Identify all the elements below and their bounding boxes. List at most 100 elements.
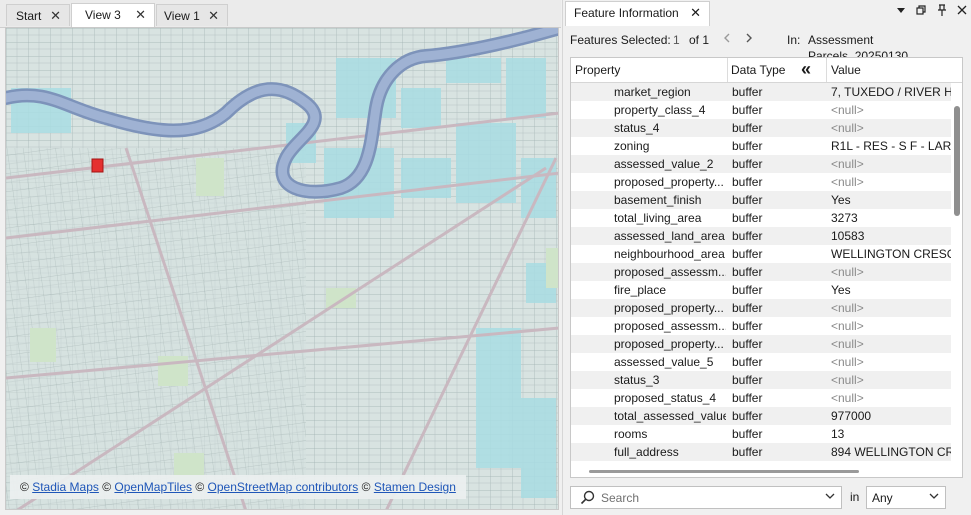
table-row[interactable]: proposed_status_4 buffer <null> — [571, 389, 951, 407]
panel-tab[interactable]: Feature Information ✕ — [565, 1, 710, 26]
table-row[interactable]: neighbourhood_area buffer WELLINGTON CRESC… — [571, 245, 951, 263]
restore-icon[interactable] — [916, 4, 927, 19]
table-row[interactable]: assessed_value_5 buffer <null> — [571, 353, 951, 371]
property-cell: fire_place — [614, 283, 667, 297]
table-row[interactable]: fire_place buffer Yes — [571, 281, 951, 299]
attribution-link-openmaptiles[interactable]: OpenMapTiles — [114, 480, 192, 494]
column-header-property[interactable]: Property — [575, 63, 620, 77]
selection-info-row: Features Selected: 1 of 1 In: Assessment… — [570, 32, 968, 63]
selection-index[interactable]: 1 — [673, 32, 680, 48]
property-cell: proposed_property... — [614, 175, 724, 189]
data-type-cell: buffer — [732, 373, 763, 387]
value-cell: <null> — [831, 355, 864, 369]
table-row[interactable]: rooms buffer 13 — [571, 425, 951, 443]
close-icon[interactable] — [957, 4, 967, 19]
table-row[interactable]: property_class_4 buffer <null> — [571, 101, 951, 119]
property-cell: assessed_land_area — [614, 229, 725, 243]
search-scope-value: Any — [872, 491, 893, 505]
data-type-cell: buffer — [732, 85, 763, 99]
next-feature-icon[interactable] — [745, 32, 753, 48]
data-type-cell: buffer — [732, 337, 763, 351]
value-cell: <null> — [831, 373, 864, 387]
map-canvas[interactable]: © Stadia Maps © OpenMapTiles © OpenStree… — [5, 27, 559, 510]
table-row[interactable]: status_4 buffer <null> — [571, 119, 951, 137]
property-cell: proposed_property... — [614, 301, 724, 315]
value-cell: R1L - RES - S F - LARGE — [831, 139, 951, 153]
table-row[interactable]: proposed_assessm... buffer <null> — [571, 317, 951, 335]
table-row[interactable]: assessed_value_2 buffer <null> — [571, 155, 951, 173]
value-cell: <null> — [831, 337, 864, 351]
tab-label: Start — [16, 9, 42, 23]
property-cell: assessed_value_2 — [614, 157, 714, 171]
column-header-data-type[interactable]: Data Type — [731, 63, 785, 77]
property-cell: proposed_assessm... — [614, 265, 726, 279]
table-row[interactable]: assessed_land_area buffer 10583 — [571, 227, 951, 245]
tab-view-1[interactable]: View 1 ✕ — [156, 4, 228, 26]
table-row[interactable]: market_region buffer 7, TUXEDO / RIVER HEI… — [571, 83, 951, 101]
table-row[interactable]: full_address buffer 894 WELLINGTON CRESCEN… — [571, 443, 951, 461]
chevron-down-icon[interactable] — [825, 490, 835, 505]
search-scope-select[interactable]: Any — [866, 486, 946, 509]
property-cell: market_region — [614, 85, 691, 99]
data-type-cell: buffer — [732, 355, 763, 369]
table-row[interactable]: status_3 buffer <null> — [571, 371, 951, 389]
features-selected-label: Features Selected: — [570, 33, 671, 47]
property-cell: proposed_status_4 — [614, 391, 717, 405]
data-type-cell: buffer — [732, 247, 763, 261]
data-type-cell: buffer — [732, 157, 763, 171]
data-type-cell: buffer — [732, 175, 763, 189]
value-cell: 977000 — [831, 409, 872, 423]
close-icon[interactable]: ✕ — [135, 7, 146, 23]
table-row[interactable]: proposed_assessm... buffer <null> — [571, 263, 951, 281]
close-icon[interactable]: ✕ — [50, 8, 61, 24]
attribute-table: Property Data Type « Value market_region… — [570, 57, 963, 478]
value-cell: WELLINGTON CRESCENT — [831, 247, 951, 261]
tab-label: View 1 — [164, 9, 200, 23]
pin-icon[interactable] — [937, 4, 947, 20]
attribution-link-stadia[interactable]: Stadia Maps — [32, 480, 99, 494]
close-icon[interactable]: ✕ — [208, 8, 219, 24]
vertical-scrollbar[interactable] — [954, 106, 960, 216]
collapse-columns-icon[interactable]: « — [801, 59, 811, 80]
table-row[interactable]: proposed_property... buffer <null> — [571, 335, 951, 353]
value-cell: 3273 — [831, 211, 858, 225]
table-row[interactable]: zoning buffer R1L - RES - S F - LARGE — [571, 137, 951, 155]
value-cell: <null> — [831, 265, 864, 279]
chevron-down-icon[interactable] — [929, 490, 939, 505]
selected-parcel[interactable] — [91, 158, 104, 173]
tab-start[interactable]: Start ✕ — [6, 4, 70, 26]
table-row[interactable]: proposed_property... buffer <null> — [571, 173, 951, 191]
property-cell: property_class_4 — [614, 103, 706, 117]
tab-view-3[interactable]: View 3 ✕ — [71, 3, 155, 27]
previous-feature-icon[interactable] — [723, 32, 731, 48]
map-attribution: © Stadia Maps © OpenMapTiles © OpenStree… — [10, 475, 466, 499]
dropdown-icon[interactable] — [896, 4, 906, 19]
value-cell: 7, TUXEDO / RIVER HEIGHTS — [831, 85, 951, 99]
value-cell: <null> — [831, 391, 864, 405]
property-cell: basement_finish — [614, 193, 702, 207]
table-row[interactable]: total_assessed_value buffer 977000 — [571, 407, 951, 425]
close-icon[interactable]: ✕ — [690, 5, 701, 20]
selection-count: of 1 — [689, 33, 710, 47]
tab-label: View 3 — [85, 8, 121, 22]
table-row[interactable]: proposed_property... buffer <null> — [571, 299, 951, 317]
horizontal-scrollbar[interactable] — [589, 470, 859, 473]
property-cell: proposed_assessm... — [614, 319, 726, 333]
data-type-cell: buffer — [732, 265, 763, 279]
attribution-link-stamen[interactable]: Stamen Design — [374, 480, 456, 494]
property-cell: zoning — [614, 139, 650, 153]
table-row[interactable]: basement_finish buffer Yes — [571, 191, 951, 209]
data-type-cell: buffer — [732, 409, 763, 423]
search-icon — [580, 490, 595, 508]
value-cell: 894 WELLINGTON CRESCENT — [831, 445, 951, 459]
search-input[interactable]: Search — [570, 486, 842, 509]
table-row[interactable]: total_living_area buffer 3273 — [571, 209, 951, 227]
value-cell: <null> — [831, 175, 864, 189]
table-header: Property Data Type « Value — [571, 58, 962, 83]
data-type-cell: buffer — [732, 427, 763, 441]
panel-title-bar: Feature Information ✕ — [563, 0, 971, 27]
data-type-cell: buffer — [732, 319, 763, 333]
column-header-value[interactable]: Value — [831, 63, 861, 77]
attribution-link-osm[interactable]: OpenStreetMap contributors — [208, 480, 359, 494]
value-cell: <null> — [831, 103, 864, 117]
